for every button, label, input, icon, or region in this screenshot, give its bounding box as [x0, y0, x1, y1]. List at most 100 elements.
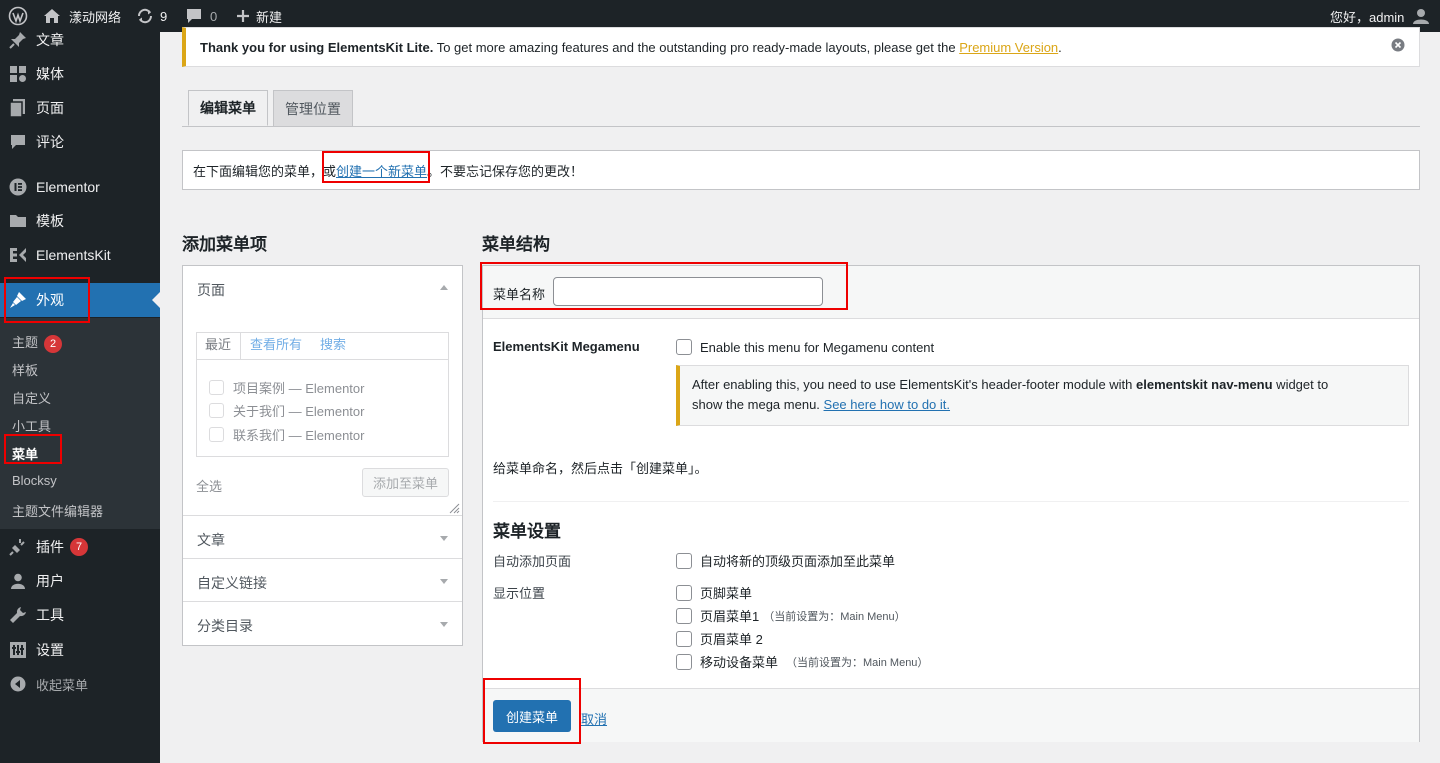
menu-users[interactable]: 用户 — [0, 564, 160, 598]
updates-count: 9 — [160, 8, 168, 24]
notice-bold: Thank you for using ElementsKit Lite. — [200, 39, 434, 55]
menu-label: 文章 — [36, 32, 64, 48]
megamenu-checkbox[interactable] — [676, 339, 692, 355]
menu-pages[interactable]: 页面 — [0, 91, 160, 125]
location-checkbox[interactable] — [676, 630, 692, 647]
location-checkbox[interactable] — [676, 584, 692, 601]
auto-add-option[interactable]: 自动将新的顶级页面添加至此菜单 — [676, 551, 895, 570]
info-text-2: 。不要忘记保存您的更改！ — [427, 163, 584, 179]
premium-version-link[interactable]: Premium Version — [959, 40, 1058, 55]
add-to-menu-button[interactable]: 添加至菜单 — [362, 468, 449, 497]
menu-templates[interactable]: 模板 — [0, 204, 160, 238]
see-how-link[interactable]: See here how to do it. — [824, 397, 950, 412]
location-checkbox[interactable] — [676, 607, 692, 624]
subtab-view-all[interactable]: 查看所有 — [250, 334, 302, 353]
add-menu-items-panel: 页面 文章 自定义链接 分类目录 — [182, 265, 463, 646]
select-all-label[interactable]: 全选 — [196, 476, 222, 495]
menu-elementor[interactable]: Elementor — [0, 170, 160, 204]
accordion-custom-links-title[interactable]: 自定义链接 — [197, 573, 267, 593]
create-new-menu-link[interactable]: 创建一个新菜单 — [336, 161, 427, 180]
menu-label: 外观 — [36, 292, 64, 308]
menu-elementskit[interactable]: ElementsKit — [0, 238, 160, 272]
mm-note-text: After enabling this, you need to use Ele… — [692, 377, 1137, 392]
chevron-down-icon[interactable] — [440, 622, 448, 627]
plugin-icon — [8, 537, 28, 557]
section-divider — [183, 558, 462, 559]
submenu-theme-file-editor[interactable]: 主题文件编辑器 — [12, 501, 103, 520]
menu-settings-heading: 菜单设置 — [493, 522, 561, 541]
plus-icon — [236, 9, 250, 23]
location-name: 页眉菜单1 — [700, 609, 760, 624]
submenu-menus[interactable]: 菜单 — [12, 444, 38, 463]
menu-media[interactable]: 媒体 — [0, 57, 160, 91]
submenu-customize[interactable]: 自定义 — [12, 388, 51, 407]
megamenu-note: After enabling this, you need to use Ele… — [676, 365, 1409, 426]
location-option[interactable]: 页脚菜单 — [676, 583, 760, 602]
menu-label: Elementor — [36, 179, 100, 195]
accordion-posts-title[interactable]: 文章 — [197, 530, 225, 550]
tabs-divider — [182, 126, 1420, 127]
page-checkbox[interactable] — [209, 403, 224, 418]
menu-name-label: 菜单名称 — [493, 287, 546, 302]
location-option[interactable]: 页眉菜单 2 — [676, 629, 767, 648]
dismiss-icon[interactable] — [1391, 38, 1405, 52]
location-option[interactable]: 页眉菜单1 （当前设置为：Main Menu） — [676, 606, 906, 625]
accordion-pages-title[interactable]: 页面 — [197, 280, 225, 300]
location-name: 页眉菜单 2 — [700, 632, 763, 647]
page-title: 项目案例 — Elementor — [233, 381, 365, 396]
subtab-underline — [196, 359, 449, 360]
menu-comments[interactable]: 评论 — [0, 125, 160, 159]
home-icon — [43, 8, 61, 24]
page-checkbox[interactable] — [209, 380, 224, 395]
menu-label: 工具 — [36, 607, 64, 623]
section-divider — [183, 515, 462, 516]
menu-appearance[interactable]: 外观 — [0, 283, 160, 317]
submenu-themes[interactable]: 主题 2 — [12, 332, 63, 353]
admin-sidebar: 文章 媒体 页面 评论 Elementor 模板 ElementsKit 外观 … — [0, 32, 160, 763]
menu-label: 评论 — [36, 134, 64, 150]
menu-settings[interactable]: 设置 — [0, 633, 160, 667]
page-title: 关于我们 — Elementor — [233, 404, 365, 419]
resize-handle-icon[interactable] — [448, 502, 460, 514]
page-icon — [8, 98, 28, 118]
section-divider — [183, 601, 462, 602]
megamenu-checkbox-label: Enable this menu for Megamenu content — [700, 339, 935, 355]
megamenu-option[interactable]: Enable this menu for Megamenu content — [676, 339, 934, 355]
recent-page-item[interactable]: 项目案例 — Elementor — [209, 378, 364, 397]
mm-note-text: widget to — [1272, 377, 1329, 392]
chevron-down-icon[interactable] — [440, 536, 448, 541]
add-menu-items-heading: 添加菜单项 — [182, 235, 267, 254]
tab-manage-locations[interactable]: 管理位置 — [273, 90, 353, 126]
notice-end: . — [1058, 39, 1062, 55]
settings-divider — [493, 501, 1409, 502]
menu-name-input[interactable] — [553, 277, 823, 306]
submenu-blocksy[interactable]: Blocksy — [12, 473, 57, 488]
location-option[interactable]: 移动设备菜单 （当前设置为：Main Menu） — [676, 652, 928, 671]
menu-structure-panel — [482, 265, 1420, 742]
cancel-link[interactable]: 取消 — [581, 709, 607, 728]
location-note: （当前设置为：Main Menu） — [763, 610, 906, 623]
create-menu-button[interactable]: 创建菜单 — [493, 700, 571, 732]
menu-collapse[interactable]: 收起菜单 — [0, 667, 160, 701]
tab-edit-menu[interactable]: 编辑菜单 — [188, 90, 268, 126]
subtab-search[interactable]: 搜索 — [320, 334, 346, 353]
submenu-widgets[interactable]: 小工具 — [12, 416, 51, 435]
recent-page-item[interactable]: 关于我们 — Elementor — [209, 401, 364, 420]
menu-label: 设置 — [36, 642, 64, 658]
menu-plugins[interactable]: 插件 7 — [0, 530, 160, 564]
location-checkbox[interactable] — [676, 653, 692, 670]
notice-text: To get more amazing features and the out… — [433, 39, 960, 55]
chevron-down-icon[interactable] — [440, 579, 448, 584]
chevron-up-icon[interactable] — [440, 285, 448, 290]
menu-tools[interactable]: 工具 — [0, 598, 160, 632]
submenu-patterns[interactable]: 样板 — [12, 360, 38, 379]
recent-page-item[interactable]: 联系我们 — Elementor — [209, 425, 364, 444]
auto-add-checkbox[interactable] — [676, 552, 692, 569]
info-link-prefix: 或 — [323, 163, 337, 179]
mm-note-bold: elementskit nav-menu — [1136, 377, 1273, 392]
page-checkbox[interactable] — [209, 427, 224, 442]
menu-structure-heading: 菜单结构 — [482, 235, 550, 254]
menu-posts[interactable]: 文章 — [0, 23, 160, 57]
accordion-categories-title[interactable]: 分类目录 — [197, 616, 253, 636]
subtab-recent[interactable]: 最近 — [205, 334, 231, 353]
